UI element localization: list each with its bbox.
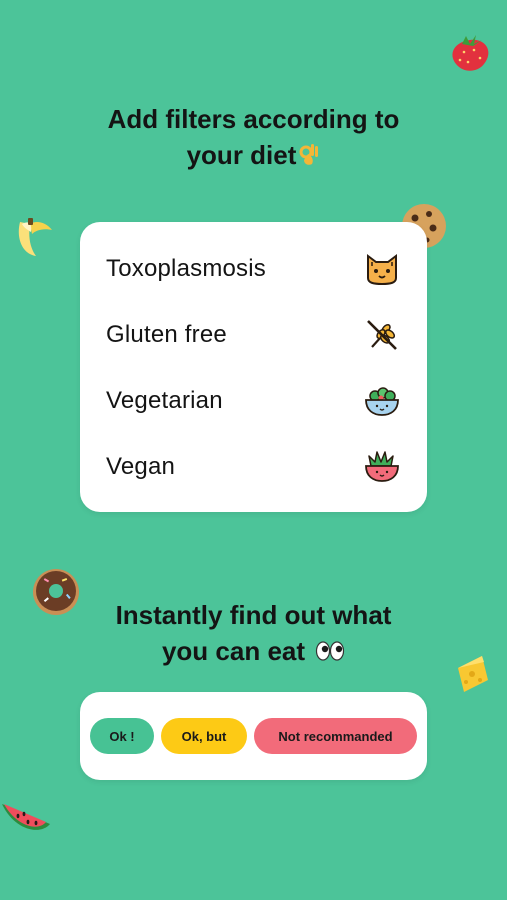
filter-vegetarian[interactable]: Vegetarian: [106, 381, 401, 421]
strawberry-icon: [452, 35, 489, 71]
filters-title-line2: your diet: [186, 140, 297, 170]
filter-label: Vegan: [106, 453, 176, 480]
results-title: Instantly find out what you can eat: [0, 597, 507, 671]
filter-vegan[interactable]: Vegan: [106, 447, 401, 487]
filter-gluten-free[interactable]: Gluten free: [106, 315, 401, 355]
cat-face-icon: [363, 250, 401, 288]
banana-icon: [18, 218, 52, 256]
filter-toxoplasmosis[interactable]: Toxoplasmosis: [106, 249, 401, 289]
filter-label: Vegetarian: [106, 387, 223, 414]
watermelon-icon: [2, 804, 50, 830]
filters-title-line1: Add filters according to: [107, 104, 400, 134]
plant-pot-icon: [363, 448, 401, 486]
filter-label: Toxoplasmosis: [106, 255, 266, 282]
results-title-line1: Instantly find out what: [115, 600, 392, 630]
ok-hand-icon: [298, 139, 320, 175]
filters-card: Toxoplasmosis Gluten free Vegetarian Veg…: [80, 222, 427, 512]
results-title-line2: you can eat: [161, 636, 306, 666]
not-recommended-badge[interactable]: Not recommanded: [254, 718, 417, 754]
ok-badge[interactable]: Ok !: [90, 718, 154, 754]
no-wheat-icon: [363, 316, 401, 354]
legend-card: Ok ! Ok, but Not recommanded: [80, 692, 427, 780]
filter-label: Gluten free: [106, 321, 227, 348]
eyes-icon: [315, 635, 345, 671]
filters-title: Add filters according to your diet: [0, 101, 507, 175]
ok-but-badge[interactable]: Ok, but: [161, 718, 247, 754]
salad-bowl-icon: [363, 382, 401, 420]
